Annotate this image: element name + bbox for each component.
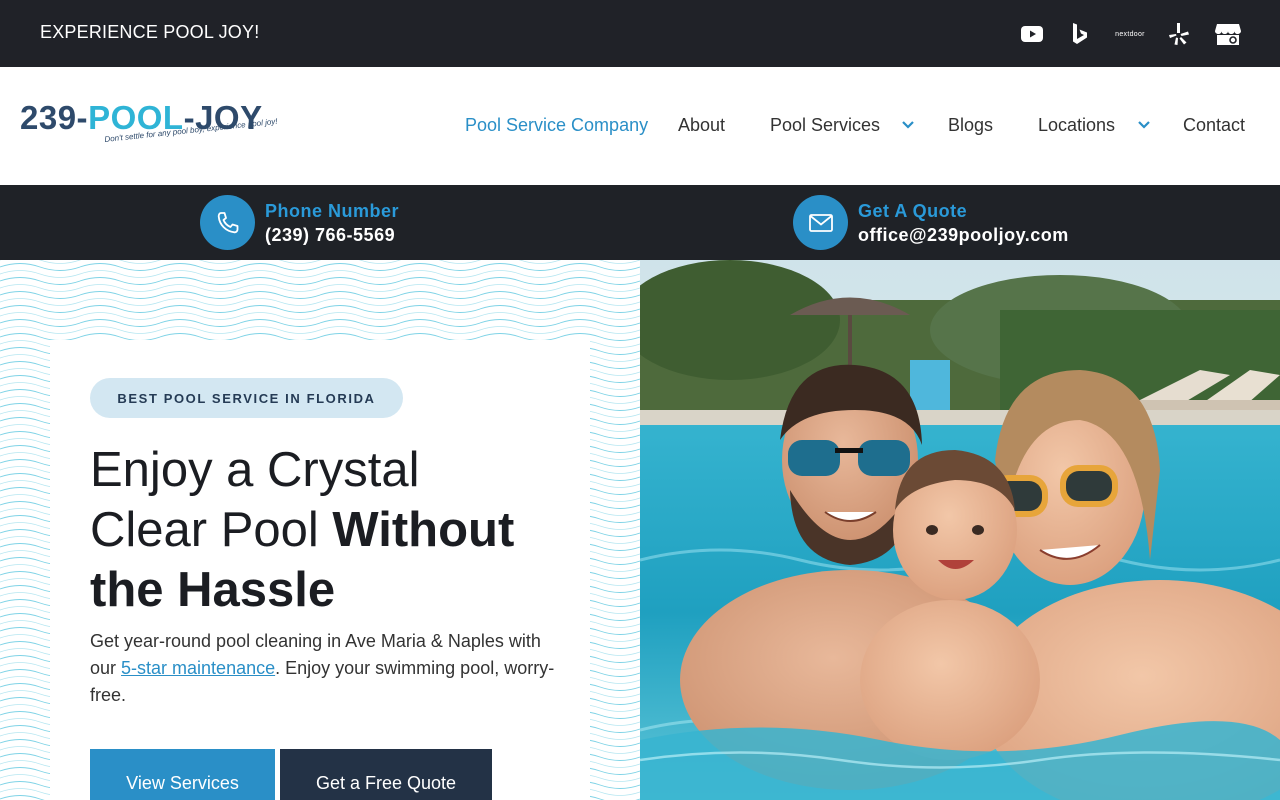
hero-family-photo — [640, 260, 1280, 800]
quote-label: Get A Quote — [858, 201, 968, 221]
hero-card: BEST POOL SERVICE IN FLORIDA Enjoy a Cry… — [50, 340, 590, 800]
email-icon[interactable] — [793, 195, 848, 250]
phone-icon[interactable] — [200, 195, 255, 250]
hero-description: Get year-round pool cleaning in Ave Mari… — [90, 631, 555, 705]
chevron-down-icon[interactable] — [901, 117, 915, 138]
family-in-pool-image — [640, 260, 1280, 800]
nextdoor-label: nextdoor — [1115, 30, 1145, 38]
hero-section: BEST POOL SERVICE IN FLORIDA Enjoy a Cry… — [0, 260, 640, 800]
view-services-button[interactable]: View Services — [90, 749, 275, 800]
bing-icon[interactable] — [1068, 18, 1092, 50]
google-business-icon[interactable] — [1214, 18, 1242, 50]
nav-pool-services[interactable]: Pool Services — [770, 115, 880, 136]
nextdoor-icon[interactable]: nextdoor — [1110, 18, 1150, 50]
phone-number-link[interactable]: (239) 766-5569 — [265, 225, 395, 246]
top-bar-tagline: EXPERIENCE POOL JOY! — [40, 22, 260, 42]
nav-pool-service-company[interactable]: Pool Service Company — [465, 115, 648, 136]
five-star-maintenance-link[interactable]: 5-star maintenance — [121, 658, 275, 678]
nav-locations[interactable]: Locations — [1038, 115, 1115, 136]
free-quote-button[interactable]: Get a Free Quote — [280, 749, 492, 800]
site-logo[interactable]: 239-POOL-JOY Don't settle for any pool b… — [20, 99, 280, 159]
site-header: 239-POOL-JOY Don't settle for any pool b… — [0, 67, 1280, 185]
contact-bar: Phone Number (239) 766-5569 Get A Quote … — [0, 185, 1280, 260]
hero-badge: BEST POOL SERVICE IN FLORIDA — [90, 378, 403, 418]
nav-about[interactable]: About — [678, 115, 725, 136]
nav-blogs[interactable]: Blogs — [948, 115, 993, 136]
email-link[interactable]: office@239pooljoy.com — [858, 225, 1069, 246]
chevron-down-icon[interactable] — [1137, 117, 1151, 138]
top-bar: EXPERIENCE POOL JOY! nextdoor — [0, 0, 1280, 67]
nav-contact[interactable]: Contact — [1183, 115, 1245, 136]
hero-headline: Enjoy a Crystal Clear Pool Without the Has… — [90, 443, 515, 617]
yelp-icon[interactable] — [1166, 18, 1192, 50]
youtube-icon[interactable] — [1018, 18, 1046, 50]
phone-label: Phone Number — [265, 201, 400, 221]
